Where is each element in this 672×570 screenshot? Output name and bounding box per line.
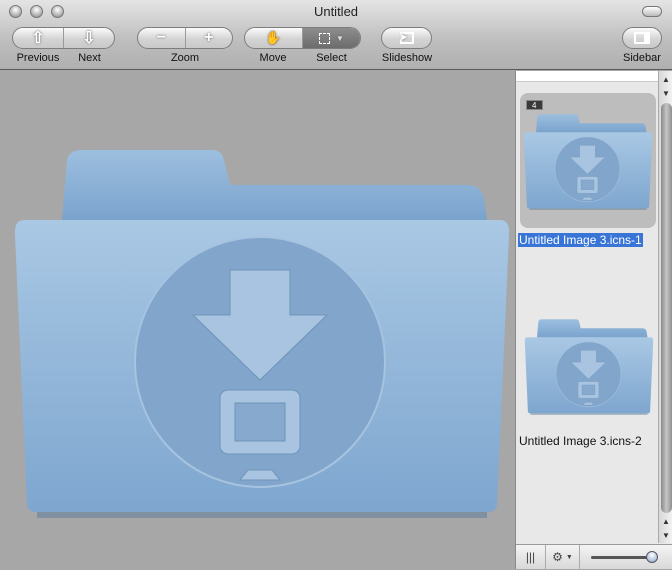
gear-menu-button[interactable]: ⚙ ▼: [546, 544, 580, 570]
scroll-up-arrow-icon[interactable]: ▲: [659, 73, 672, 86]
next-label: Next: [78, 52, 101, 64]
sidebar-icon: [634, 32, 650, 44]
zoom-control: − +: [137, 27, 233, 49]
zoom-label: Zoom: [170, 52, 200, 64]
title-bar: Untitled ⇧ ⇩ Previous Next − + Zoom ✋ ▼ …: [0, 0, 672, 70]
sidebar-bottom-bar: ||| ⚙ ▼: [516, 544, 672, 570]
resize-columns-icon[interactable]: |||: [516, 544, 546, 570]
thumbnail-1-image: [523, 111, 653, 211]
sidebar-button[interactable]: [622, 27, 662, 49]
plus-icon: +: [204, 29, 214, 46]
move-label: Move: [259, 52, 287, 64]
scroll-down-arrow-icon[interactable]: ▼: [659, 87, 672, 100]
previous-next-control: ⇧ ⇩: [12, 27, 115, 49]
select-label: Select: [316, 52, 347, 64]
move-button[interactable]: ✋: [245, 28, 303, 48]
select-button[interactable]: ▼: [303, 28, 360, 48]
previous-label: Previous: [16, 52, 60, 64]
slider-knob[interactable]: [646, 551, 658, 563]
thumbnail-1-label[interactable]: Untitled Image 3.icns-1: [518, 233, 643, 247]
zoom-out-button[interactable]: −: [138, 28, 186, 48]
next-button[interactable]: ⇩: [64, 28, 114, 48]
image-view[interactable]: [0, 71, 515, 569]
arrow-down-icon: ⇩: [82, 30, 96, 47]
chevron-down-icon: ▼: [336, 33, 344, 43]
thumbnail-size-slider[interactable]: [591, 551, 658, 563]
slideshow-label: Slideshow: [381, 52, 433, 64]
sidebar-header: [516, 71, 658, 82]
gear-icon: ⚙: [552, 550, 563, 564]
scrollbar-thumb[interactable]: [661, 103, 672, 513]
minus-icon: −: [156, 29, 166, 46]
tool-mode-control: ✋ ▼: [244, 27, 361, 49]
window-title: Untitled: [313, 4, 359, 19]
selection-rect-icon: [319, 32, 331, 44]
sidebar-label: Sidebar: [623, 52, 661, 64]
arrow-up-icon: ⇧: [31, 30, 45, 47]
chevron-down-icon: ▼: [565, 553, 573, 561]
toolbar-toggle-button[interactable]: [642, 6, 662, 17]
scroll-up-arrow-bottom-icon[interactable]: ▲: [659, 515, 672, 528]
page-count-badge: 4: [526, 100, 543, 110]
previous-button[interactable]: ⇧: [13, 28, 64, 48]
thumbnail-2-image[interactable]: [524, 316, 654, 416]
slideshow-icon: ▶: [399, 32, 414, 44]
slideshow-button[interactable]: ▶: [381, 27, 432, 49]
hand-icon: ✋: [265, 30, 282, 45]
sidebar-scrollbar[interactable]: ▲ ▼ ▲ ▼: [658, 71, 672, 543]
scroll-down-arrow-bottom-icon[interactable]: ▼: [659, 529, 672, 542]
zoom-in-button[interactable]: +: [186, 28, 233, 48]
folder-download-image: [12, 140, 512, 520]
sidebar: 4 Untitled Image 3.icns-1 Untitled Image…: [515, 71, 672, 570]
thumbnail-2-label[interactable]: Untitled Image 3.icns-2: [518, 434, 643, 448]
